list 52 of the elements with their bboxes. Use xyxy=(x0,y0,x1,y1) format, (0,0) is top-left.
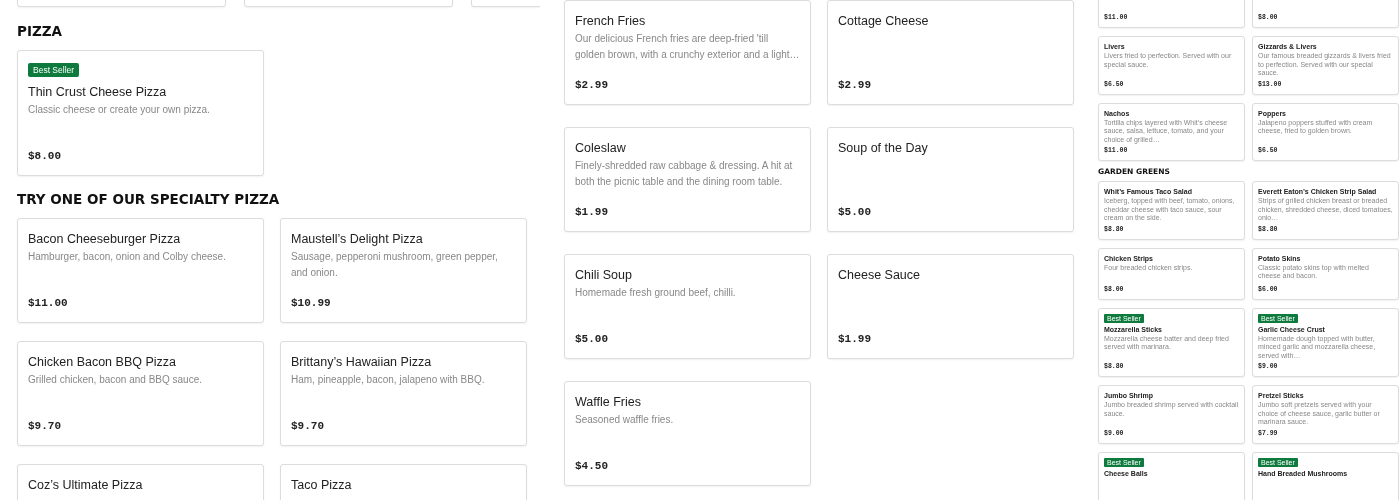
menu-card[interactable]: French Fries Our delicious French fries are deep-fried 'till golden brown, with a crunchy exterior and a light… $2.99 xyxy=(564,0,811,105)
item-description: Seasoned waffle fries. xyxy=(575,413,675,427)
item-title: Cheese Sauce xyxy=(838,267,921,283)
menu-card[interactable]: Soup of the Day $5.00 xyxy=(827,127,1074,232)
menu-card[interactable]: Chicken Bacon BBQ Pizza Grilled chicken, bacon and BBQ sauce. $9.70 xyxy=(17,341,264,446)
menu-card[interactable]: Cheese Sauce $1.99 xyxy=(827,254,1074,359)
menu-card[interactable]: Coz’s Ultimate Pizza xyxy=(17,464,264,500)
item-price: $11.00 xyxy=(28,296,69,311)
item-description: Hamburger, bacon, onion and Colby cheese. xyxy=(28,250,227,264)
section-heading: TRY ONE OF OUR SPECIALTY PIZZA xyxy=(17,191,281,207)
menu-card[interactable]: Best Seller Thin Crust Cheese Pizza Classic cheese or create your own pizza. $8.00 xyxy=(17,50,264,176)
item-title: French Fries xyxy=(575,13,647,29)
item-description: Classic cheese or create your own pizza. xyxy=(28,103,211,117)
item-description: Finely-shredded raw cabbage & dressing. A hit at both the picnic table and the dining room table. xyxy=(575,159,794,189)
menu-card[interactable]: Cottage Cheese $2.99 xyxy=(827,0,1074,105)
item-price: $10.99 xyxy=(291,296,332,311)
menu-card[interactable]: Taco Pizza xyxy=(280,464,527,500)
item-title: Brittany’s Hawaiian Pizza xyxy=(291,354,433,370)
item-price: $1.99 xyxy=(575,205,609,220)
item-title: Chicken Bacon BBQ Pizza xyxy=(28,354,177,370)
section-heading: PIZZA xyxy=(17,23,63,39)
item-title: Soup of the Day xyxy=(838,140,929,156)
item-title: Chili Soup xyxy=(575,267,633,283)
item-title: Coz’s Ultimate Pizza xyxy=(28,477,144,493)
menu-card[interactable]: Maustell’s Delight Pizza Sausage, pepperoni mushroom, green pepper, and onion. $10.99 xyxy=(280,218,527,323)
item-price: $9.70 xyxy=(291,419,325,434)
item-price: $9.70 xyxy=(28,419,62,434)
menu-card[interactable]: Brittany’s Hawaiian Pizza Ham, pineapple, bacon, jalapeno with BBQ. $9.70 xyxy=(280,341,527,446)
item-description: Ham, pineapple, bacon, jalapeno with BBQ. xyxy=(291,373,486,387)
item-price: $1.99 xyxy=(838,332,872,347)
item-description: Sausage, pepperoni mushroom, green pepper, and onion. xyxy=(291,250,499,280)
item-title: Bacon Cheeseburger Pizza xyxy=(28,231,182,247)
item-title: Maustell’s Delight Pizza xyxy=(291,231,424,247)
item-title: Waffle Fries xyxy=(575,394,642,410)
menu-card[interactable]: Waffle Fries Seasoned waffle fries. $4.50 xyxy=(564,381,811,486)
menu-card[interactable]: Bacon Cheeseburger Pizza Hamburger, bacon, onion and Colby cheese. $11.00 xyxy=(17,218,264,323)
item-description: Grilled chicken, bacon and BBQ sauce. xyxy=(28,373,203,387)
item-price: $8.00 xyxy=(28,149,62,164)
item-price: $2.99 xyxy=(575,78,609,93)
best-seller-badge: Best Seller xyxy=(28,63,80,77)
item-title: Thin Crust Cheese Pizza xyxy=(28,84,168,100)
item-title: Coleslaw xyxy=(575,140,627,156)
menu-card[interactable]: Chili Soup Homemade fresh ground beef, chilli. $5.00 xyxy=(564,254,811,359)
menu-card[interactable]: Coleslaw Finely-shredded raw cabbage & dressing. A hit at both the picnic table and the dining room table. $1.99 xyxy=(564,127,811,232)
item-title: Cottage Cheese xyxy=(838,13,930,29)
item-price: $4.50 xyxy=(575,459,609,474)
item-price: $2.99 xyxy=(838,78,872,93)
item-price: $5.00 xyxy=(575,332,609,347)
item-description: Homemade fresh ground beef, chilli. xyxy=(575,286,737,300)
item-title: Taco Pizza xyxy=(291,477,353,493)
item-description: Our delicious French fries are deep-fried 'till golden brown, with a crunchy exterior and a light… xyxy=(575,32,800,62)
item-price: $5.00 xyxy=(838,205,872,220)
